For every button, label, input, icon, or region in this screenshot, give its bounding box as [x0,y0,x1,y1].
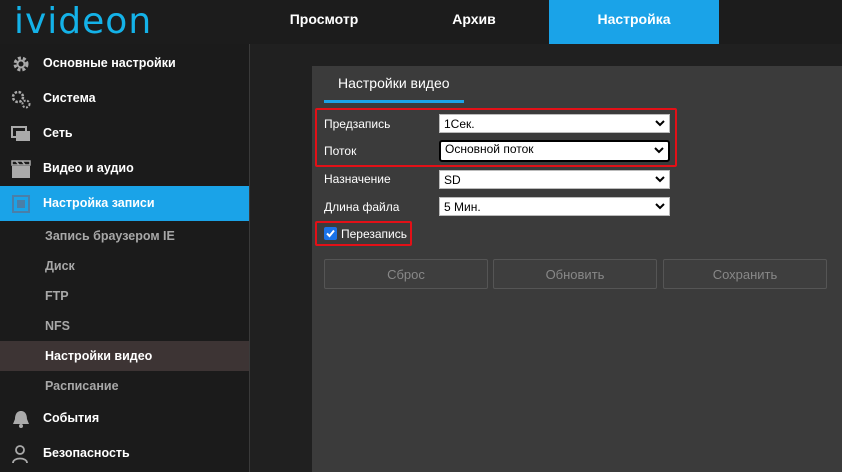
top-bar: ivideon Просмотр Архив Настройка [0,0,842,44]
sidebar-item-events[interactable]: События [0,401,249,436]
bell-icon [13,411,29,428]
gear-icon [13,56,29,72]
sidebar-subitem-nfs[interactable]: NFS [0,311,249,341]
sidebar-subitem-label: Настройки видео [45,349,153,363]
destination-select[interactable]: SD [439,170,670,189]
file-length-select-value: 5 Мин. [444,200,481,214]
main-content: Настройки видео Предзапись 1Сек. Поток О… [250,44,842,472]
sidebar-item-label: Видео и аудио [43,161,134,175]
sidebar-subitem-schedule[interactable]: Расписание [0,371,249,401]
network-icon [11,126,30,141]
sidebar-subitem-label: Диск [45,259,75,273]
sidebar-subitem-disk[interactable]: Диск [0,251,249,281]
stream-select-value: Основной поток [445,142,534,156]
sidebar-item-label: Безопасность [43,446,130,460]
file-length-label: Длина файла [324,200,400,214]
sidebar-item-label: События [43,411,100,425]
sidebar-item-system[interactable]: Система [0,81,249,116]
sidebar-item-label: Настройка записи [43,196,155,210]
sidebar-subitem-video-settings[interactable]: Настройки видео [0,341,249,371]
destination-label: Назначение [324,172,391,186]
overwrite-checkbox[interactable] [324,227,337,240]
sidebar-subitem-label: Расписание [45,379,119,393]
sidebar: Основные настройки Система Сеть Видео и … [0,44,250,472]
tab-archive[interactable]: Архив [399,0,549,44]
sidebar-item-network[interactable]: Сеть [0,116,249,151]
user-icon [12,445,28,464]
destination-select-value: SD [444,173,461,187]
prerecord-label: Предзапись [324,117,391,131]
tab-view[interactable]: Просмотр [249,0,399,44]
sidebar-subitem-ftp[interactable]: FTP [0,281,249,311]
ivideon-logo: ivideon [14,1,153,42]
video-settings-panel: Настройки видео Предзапись 1Сек. Поток О… [312,66,842,472]
sidebar-subitem-ie-recording[interactable]: Запись браузером IE [0,221,249,251]
prerecord-select-value: 1Сек. [444,117,475,131]
sidebar-item-security[interactable]: Безопасность [0,436,249,471]
sidebar-subitem-label: FTP [45,289,69,303]
reset-button[interactable]: Сброс [324,259,488,289]
panel-title: Настройки видео [338,75,450,91]
gears-icon [11,90,31,109]
record-settings-icon [12,195,30,213]
sidebar-subitem-label: Запись браузером IE [45,229,175,243]
tab-settings[interactable]: Настройка [549,0,719,44]
stream-label: Поток [324,144,357,158]
stream-select[interactable]: Основной поток [439,140,670,162]
save-button[interactable]: Сохранить [663,259,827,289]
prerecord-select[interactable]: 1Сек. [439,114,670,133]
refresh-button[interactable]: Обновить [493,259,657,289]
overwrite-label: Перезапись [341,227,408,241]
chevron-down-icon [655,176,665,183]
sidebar-item-record-settings[interactable]: Настройка записи [0,186,249,221]
chevron-down-icon [655,203,665,210]
clapperboard-icon [11,160,31,178]
chevron-down-icon [655,120,665,127]
chevron-down-icon [654,147,664,154]
sidebar-item-label: Система [43,91,96,105]
sidebar-item-basic-settings[interactable]: Основные настройки [0,46,249,81]
sidebar-item-label: Основные настройки [43,56,176,70]
sidebar-subitem-label: NFS [45,319,70,333]
panel-title-underline [324,100,464,103]
checkmark-icon [326,229,335,238]
file-length-select[interactable]: 5 Мин. [439,197,670,216]
sidebar-item-video-audio[interactable]: Видео и аудио [0,151,249,186]
sidebar-item-label: Сеть [43,126,73,140]
